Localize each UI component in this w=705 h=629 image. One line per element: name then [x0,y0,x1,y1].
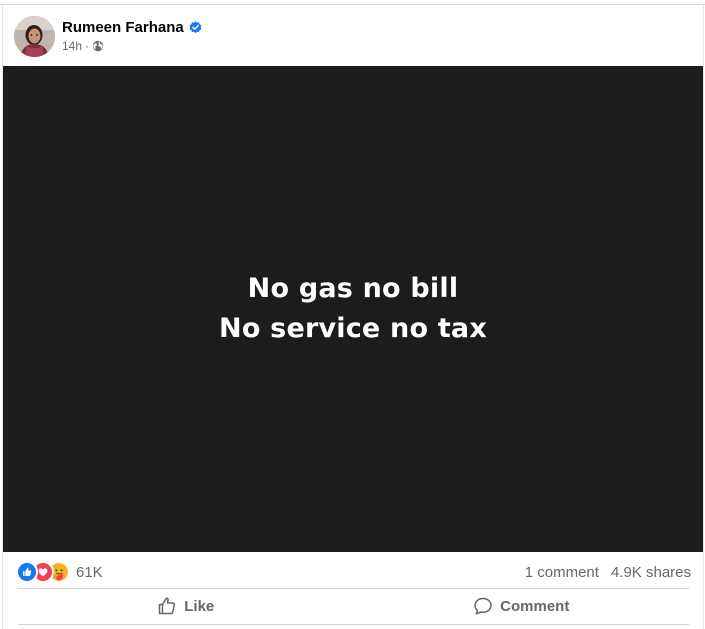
post-timestamp[interactable]: 14h [62,39,82,53]
thumbs-up-icon [158,597,176,615]
globe-icon[interactable] [92,40,104,52]
reaction-count: 61K [76,563,103,581]
post-meta: 14h · [62,38,104,54]
post-actions: Like Comment [18,590,689,622]
media-text-line-2: No service no tax [219,313,487,344]
actions-divider-bottom [18,624,689,625]
post-border-right [703,4,704,629]
media-text-line-1: No gas no bill [247,273,459,304]
comment-count-link[interactable]: 1 comment [525,564,599,581]
author-row: Rumeen Farhana [62,17,202,37]
meta-separator: · [85,39,90,53]
comment-button[interactable]: Comment [354,590,690,622]
share-count-link[interactable]: 4.9K shares [611,564,691,581]
reactions-summary[interactable]: 61K [16,561,103,583]
like-button-label: Like [184,597,215,615]
comment-icon [474,597,492,615]
engagement-stats: 1 comment 4.9K shares [525,562,691,582]
feed-post: Rumeen Farhana 14h · No gas no bill No s… [0,0,705,629]
reaction-icons [16,561,70,583]
post-media[interactable]: No gas no bill No service no tax [3,66,703,552]
actions-divider-top [18,588,689,589]
like-button[interactable]: Like [18,590,354,622]
comment-button-label: Comment [500,597,570,615]
like-icon [16,561,38,583]
author-name[interactable]: Rumeen Farhana [62,19,184,36]
avatar[interactable] [14,16,55,57]
post-border-top [0,4,705,5]
verified-badge-icon [189,20,202,34]
